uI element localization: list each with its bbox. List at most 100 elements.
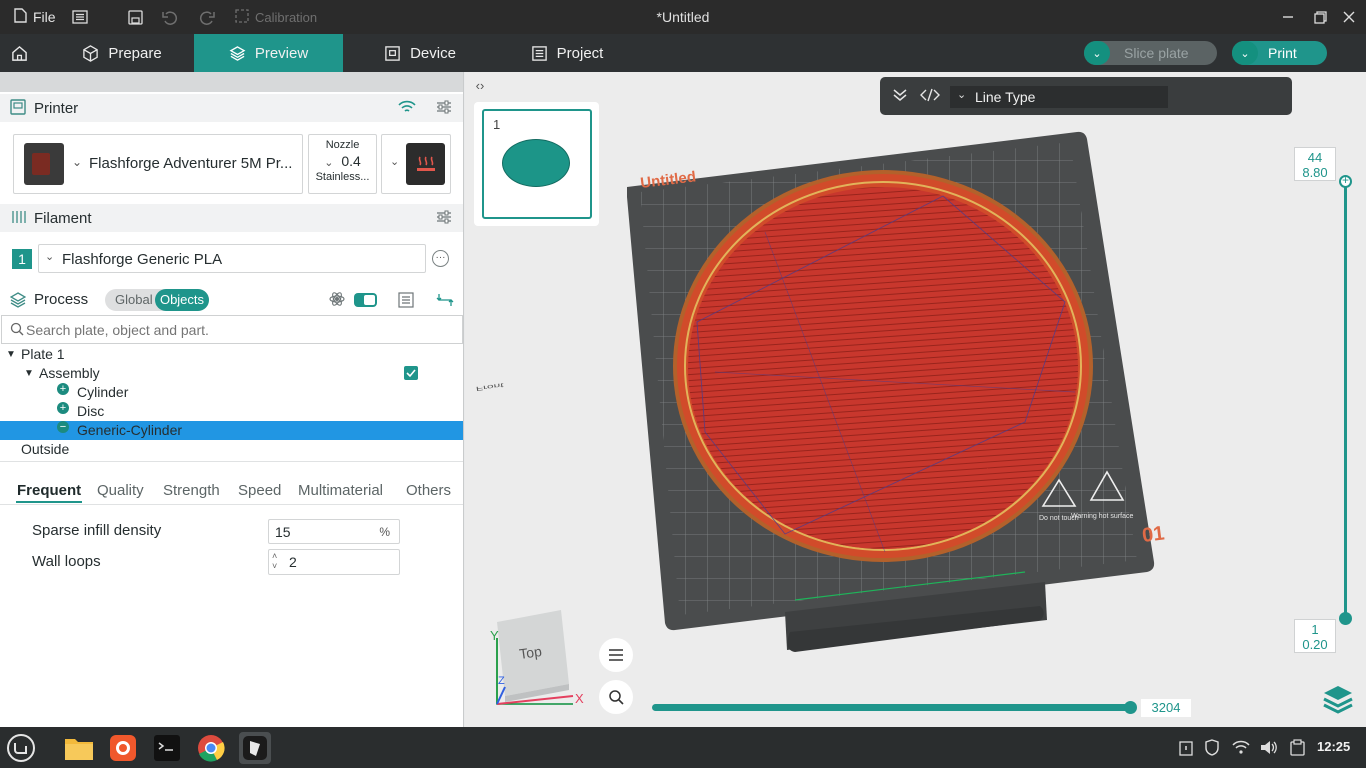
- move-slider-handle[interactable]: [1124, 701, 1137, 714]
- firefox-app-button[interactable]: [107, 732, 139, 764]
- restore-button[interactable]: [1314, 0, 1327, 34]
- printer-section-label: Printer: [34, 99, 79, 117]
- walls-stepper[interactable]: ˄ ˅ 2: [268, 549, 400, 575]
- viewport-canvas[interactable]: Untitled 01 Do not touch Warning hot sur…: [465, 72, 1366, 727]
- filament-select[interactable]: ⌄ Flashforge Generic PLA: [38, 244, 426, 273]
- clipboard-tray-icon[interactable]: [1290, 739, 1305, 759]
- stepper-arrows-icon[interactable]: ˄ ˅: [272, 551, 277, 571]
- chrome-app-button[interactable]: [195, 732, 227, 764]
- bed-type-select[interactable]: ⌄: [381, 134, 451, 194]
- assembly-checkbox[interactable]: [404, 366, 418, 380]
- tab-prepare-label: Prepare: [108, 44, 162, 62]
- printer-icon: [10, 98, 26, 118]
- toggle-objects[interactable]: Objects: [155, 289, 209, 311]
- device-icon: [385, 45, 400, 61]
- calibration-menu[interactable]: Calibration: [235, 0, 317, 34]
- tab-device-label: Device: [410, 44, 456, 62]
- tree-row-outside[interactable]: Outside: [0, 440, 463, 459]
- filament-more-icon[interactable]: ···: [432, 250, 449, 267]
- tree-row-generic-cylinder[interactable]: − Generic-Cylinder: [0, 421, 463, 440]
- tab-preview[interactable]: Preview: [194, 34, 343, 72]
- file-menu[interactable]: File: [14, 0, 56, 34]
- sliced-model-preview: [673, 170, 1093, 562]
- slice-dropdown-chevron-icon[interactable]: ⌄: [1084, 41, 1110, 65]
- compare-presets-icon[interactable]: [436, 292, 454, 311]
- object-search-field[interactable]: [1, 315, 463, 344]
- menu-button[interactable]: [599, 638, 633, 672]
- wifi-icon[interactable]: [398, 100, 416, 117]
- redo-icon[interactable]: [199, 0, 215, 34]
- layer-slider-top-handle[interactable]: +: [1339, 173, 1352, 188]
- printer-thumbnail: [24, 143, 64, 185]
- infill-field[interactable]: 15 %: [268, 519, 400, 544]
- minimize-button[interactable]: [1282, 0, 1294, 34]
- advanced-switch[interactable]: [354, 293, 377, 307]
- printer-select[interactable]: ⌄ Flashforge Adventurer 5M Pr...: [13, 134, 303, 194]
- printer-chevron-icon: ⌄: [72, 155, 83, 169]
- tab-others[interactable]: Others: [406, 482, 451, 499]
- menu-icon[interactable]: [72, 0, 88, 34]
- start-menu-button[interactable]: [5, 732, 37, 764]
- tab-device[interactable]: Device: [366, 34, 474, 72]
- process-list-icon[interactable]: [398, 292, 414, 311]
- calibration-icon: [235, 8, 249, 26]
- move-slider-track[interactable]: [652, 704, 1130, 711]
- code-view-icon[interactable]: [920, 88, 940, 105]
- preview-viewport[interactable]: Untitled 01 Do not touch Warning hot sur…: [465, 72, 1366, 727]
- infill-value[interactable]: 15: [275, 524, 291, 540]
- walls-value[interactable]: 2: [289, 554, 297, 570]
- home-button[interactable]: [0, 34, 38, 72]
- layer-slider-track[interactable]: [1344, 182, 1347, 619]
- orcaslicer-app-button[interactable]: [239, 732, 271, 764]
- clock[interactable]: 12:25: [1317, 739, 1350, 754]
- volume-tray-icon[interactable]: [1260, 740, 1277, 758]
- view-cube-top-label[interactable]: Top: [518, 643, 543, 662]
- plate-thumbnail-number: 1: [493, 117, 501, 132]
- tab-quality[interactable]: Quality: [97, 482, 144, 499]
- printer-settings-icon[interactable]: [436, 100, 452, 117]
- bed-corner-number: 01: [1141, 522, 1166, 547]
- tab-frequent[interactable]: Frequent: [17, 482, 81, 499]
- global-objects-toggle[interactable]: Global Objects: [105, 289, 209, 311]
- print-button[interactable]: ⌄ Print: [1232, 41, 1327, 65]
- filament-index-badge: 1: [12, 249, 32, 269]
- layers-toggle-button[interactable]: [1321, 682, 1355, 716]
- tab-speed[interactable]: Speed: [238, 482, 281, 499]
- tree-row-disc[interactable]: + Disc: [0, 402, 463, 421]
- tab-project[interactable]: Project: [514, 34, 620, 72]
- files-app-button[interactable]: [63, 732, 95, 764]
- tree-row-cylinder[interactable]: + Cylinder: [0, 383, 463, 402]
- toggle-global[interactable]: Global: [115, 292, 153, 307]
- filament-chevron-icon: ⌄: [45, 251, 55, 263]
- zoom-button[interactable]: [599, 680, 633, 714]
- plate-expand-icon[interactable]: ▼: [6, 345, 16, 364]
- print-dropdown-chevron-icon[interactable]: ⌄: [1232, 41, 1258, 65]
- view-type-select[interactable]: ⌄ Line Type: [950, 86, 1168, 108]
- assembly-expand-icon[interactable]: ▼: [24, 364, 34, 383]
- slice-plate-button[interactable]: ⌄ Slice plate: [1084, 41, 1217, 65]
- collapse-legend-icon[interactable]: [892, 88, 908, 105]
- tree-row-assembly[interactable]: ▼ Assembly: [0, 364, 463, 383]
- tab-strength[interactable]: Strength: [163, 482, 220, 499]
- shield-tray-icon[interactable]: [1204, 739, 1220, 759]
- terminal-app-button[interactable]: [151, 732, 183, 764]
- layer-slider-bottom-handle[interactable]: [1339, 612, 1352, 625]
- plate-thumbnail-disc: [502, 139, 570, 187]
- axis-y-label: Y: [490, 628, 499, 643]
- undo-icon[interactable]: [162, 0, 178, 34]
- heated-bed-icon: [406, 143, 445, 185]
- plate-thumbnail[interactable]: 1: [482, 109, 592, 219]
- nozzle-select[interactable]: Nozzle ⌄ 0.4 Stainless...: [308, 134, 377, 194]
- collapse-sidebar-icon[interactable]: ‹›: [465, 72, 495, 98]
- filament-settings-icon[interactable]: [436, 210, 452, 227]
- notes-tray-icon[interactable]: [1179, 740, 1193, 759]
- process-icon: [9, 292, 27, 311]
- close-button[interactable]: [1343, 0, 1355, 34]
- tab-prepare[interactable]: Prepare: [62, 34, 182, 72]
- save-icon[interactable]: [128, 0, 143, 34]
- tree-row-plate[interactable]: ▼ Plate 1: [0, 345, 463, 364]
- network-tray-icon[interactable]: [1232, 740, 1250, 757]
- advanced-settings-icon[interactable]: [329, 291, 345, 310]
- search-input[interactable]: [26, 320, 446, 339]
- tab-multimaterial[interactable]: Multimaterial: [298, 482, 383, 499]
